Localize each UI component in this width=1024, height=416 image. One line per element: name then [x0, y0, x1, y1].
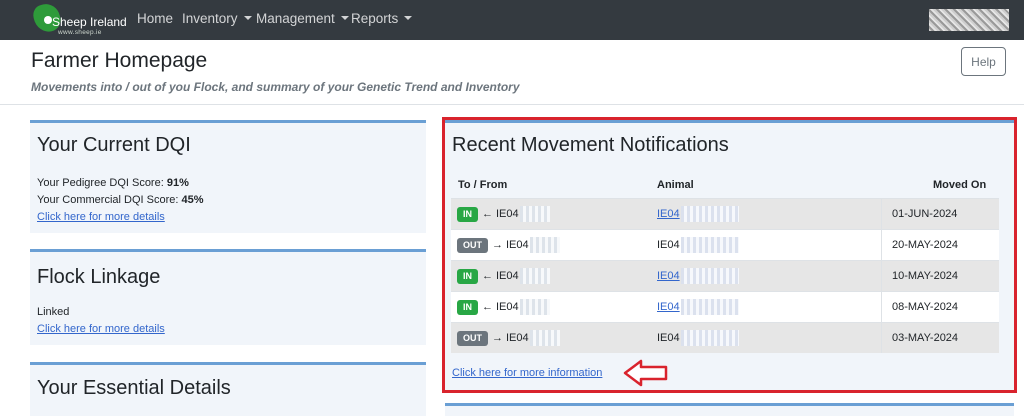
nav-management[interactable]: Management — [256, 11, 349, 26]
pedigree-dqi-value: 91% — [166, 177, 189, 189]
logo-text: Sheep Ireland — [52, 15, 127, 29]
nav-management-label: Management — [256, 11, 335, 26]
caret-down-icon — [340, 16, 349, 20]
help-button[interactable]: Help — [961, 47, 1006, 76]
flock-linkage-card: Flock Linkage Linked Click here for more… — [30, 249, 426, 345]
essential-details-card: Your Essential Details — [30, 362, 426, 416]
nav-reports[interactable]: Reports — [351, 11, 413, 26]
pedigree-dqi-line: Your Pedigree DQI Score: 91% — [37, 177, 189, 189]
linkage-status: Linked — [37, 306, 70, 318]
nav-reports-label: Reports — [351, 11, 399, 26]
caret-down-icon — [404, 16, 413, 20]
caret-down-icon — [243, 16, 252, 20]
commercial-dqi-value: 45% — [181, 194, 204, 206]
flock-linkage-title: Flock Linkage — [37, 266, 161, 288]
dqi-card: Your Current DQI Your Pedigree DQI Score… — [30, 120, 426, 233]
highlight-frame — [442, 117, 1017, 393]
user-account-redacted[interactable] — [929, 9, 1009, 31]
dqi-details-link[interactable]: Click here for more details — [37, 211, 165, 223]
pedigree-dqi-label: Your Pedigree DQI Score: — [37, 177, 167, 189]
logo-url: www.sheep.ie — [58, 29, 102, 36]
nav-inventory[interactable]: Inventory — [182, 11, 252, 26]
linkage-details-link[interactable]: Click here for more details — [37, 323, 165, 335]
left-arrow-icon — [623, 359, 668, 387]
header-divider — [0, 104, 1024, 105]
commercial-dqi-label: Your Commercial DQI Score: — [37, 194, 182, 206]
page-subtitle: Movements into / out of you Flock, and s… — [31, 80, 520, 94]
nav-inventory-label: Inventory — [182, 11, 238, 26]
top-navbar: Sheep Ireland www.sheep.ie Home Inventor… — [0, 0, 1024, 40]
nav-home[interactable]: Home — [137, 11, 173, 26]
sheep-ireland-logo[interactable]: Sheep Ireland www.sheep.ie — [31, 1, 127, 38]
essential-details-title: Your Essential Details — [37, 377, 231, 399]
commercial-dqi-line: Your Commercial DQI Score: 45% — [37, 194, 204, 206]
sheep-icon — [44, 16, 52, 24]
page-title: Farmer Homepage — [31, 49, 208, 72]
dqi-card-title: Your Current DQI — [37, 134, 191, 156]
next-card-edge — [445, 403, 1014, 416]
